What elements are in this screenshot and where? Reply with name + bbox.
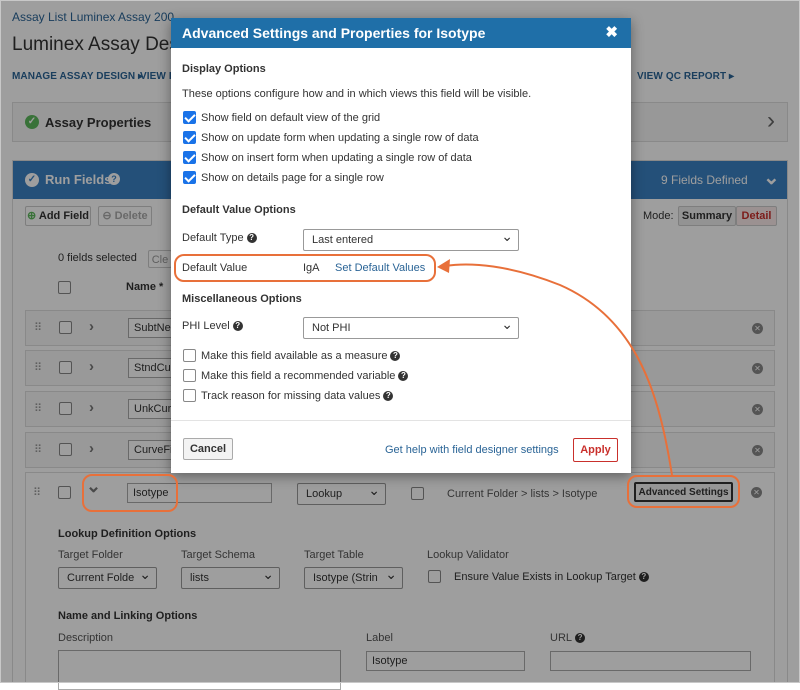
annotation-arrow (437, 259, 673, 476)
